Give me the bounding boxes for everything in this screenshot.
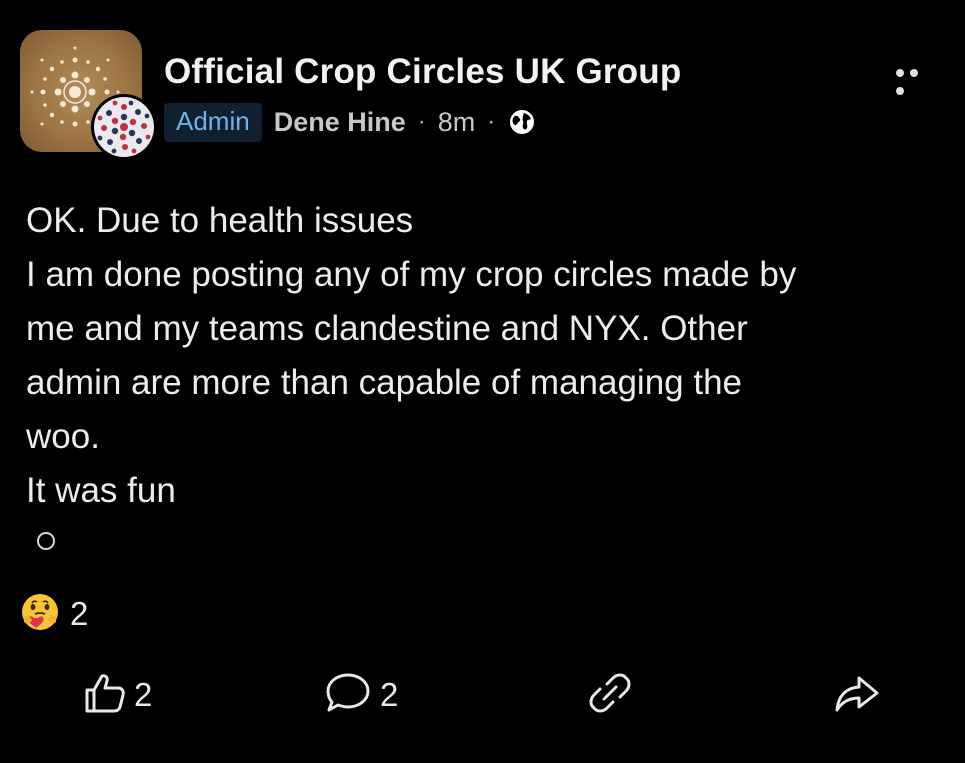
author-name[interactable]: Dene Hine [274,107,406,138]
share-button[interactable] [833,668,881,722]
post-header: Official Crop Circles UK Group Admin Den… [18,30,948,160]
post-meta: Admin Dene Hine · 8m · [164,102,537,142]
meta-separator: · [417,108,426,135]
user-avatar[interactable] [91,94,157,160]
comment-button[interactable]: 2 [322,668,398,722]
more-options-icon[interactable] [896,64,936,95]
circle-glyph [37,532,55,550]
spiral-pattern-icon [94,97,154,157]
action-bar: 2 2 [0,668,965,722]
share-icon [833,670,881,721]
like-button[interactable]: 2 [82,668,152,722]
link-icon [587,670,633,721]
comment-icon [322,670,374,721]
meta-separator: · [487,108,496,135]
thumbs-up-icon [82,670,128,721]
like-count: 2 [134,676,153,713]
comment-count: 2 [380,676,399,713]
group-name[interactable]: Official Crop Circles UK Group [164,52,681,92]
post-text-line: OK. Due to health issues [26,201,414,240]
care-reaction-icon [20,592,60,637]
post-text-line: me and my teams clandestine and NYX. Oth… [26,309,748,348]
post-text-line: woo. [26,417,100,456]
admin-badge: Admin [164,102,262,142]
post-text-line: admin are more than capable of managing … [26,363,743,402]
post-text-line: I am done posting any of my crop circles… [26,255,797,294]
reaction-summary[interactable]: 2 [20,592,89,637]
copy-link-button[interactable] [587,668,633,722]
reaction-count: 2 [70,595,89,632]
post-text-line: It was fun [26,471,176,510]
globe-icon [507,107,537,137]
post-body: OK. Due to health issues I am done posti… [26,194,936,518]
post-timestamp[interactable]: 8m [438,107,476,138]
